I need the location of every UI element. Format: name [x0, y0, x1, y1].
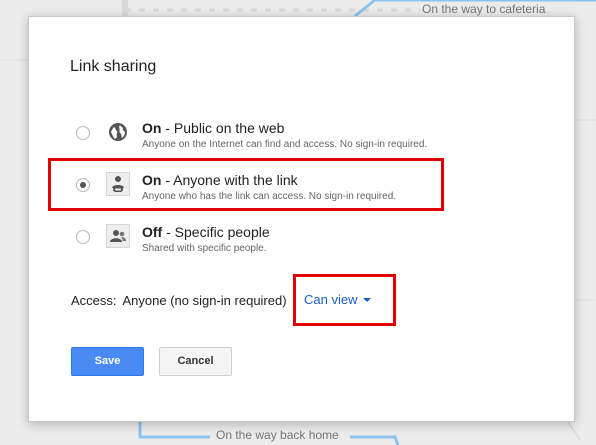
- access-row: Access: Anyone (no sign-in required): [71, 293, 287, 308]
- people-icon: [106, 224, 130, 248]
- dialog-title: Link sharing: [70, 58, 157, 75]
- globe-icon: [106, 120, 130, 144]
- option-public-web-sub: Anyone on the Internet can find and acce…: [142, 139, 428, 150]
- map-label-cafeteria: On the way to cafeteria: [422, 2, 546, 16]
- cancel-button[interactable]: Cancel: [159, 347, 232, 376]
- option-public-web-label: On - Public on the web: [142, 120, 285, 136]
- access-label: Access:: [71, 293, 117, 308]
- option-specific-people-label: Off - Specific people: [142, 224, 270, 240]
- option-specific-people-sub: Shared with specific people.: [142, 243, 267, 254]
- radio-specific-people[interactable]: [76, 230, 90, 244]
- radio-public-web[interactable]: [76, 126, 90, 140]
- option-specific-people[interactable]: Off - Specific people Shared with specif…: [69, 224, 489, 264]
- save-button[interactable]: Save: [71, 347, 144, 376]
- access-value: Anyone (no sign-in required): [122, 293, 287, 308]
- map-label-home: On the way back home: [216, 428, 339, 442]
- option-public-web[interactable]: On - Public on the web Anyone on the Int…: [69, 120, 489, 160]
- highlight-box-permission: [293, 274, 396, 326]
- link-sharing-dialog: Link sharing On - Public on the web Anyo…: [28, 16, 575, 422]
- highlight-box-link-option: [48, 158, 444, 211]
